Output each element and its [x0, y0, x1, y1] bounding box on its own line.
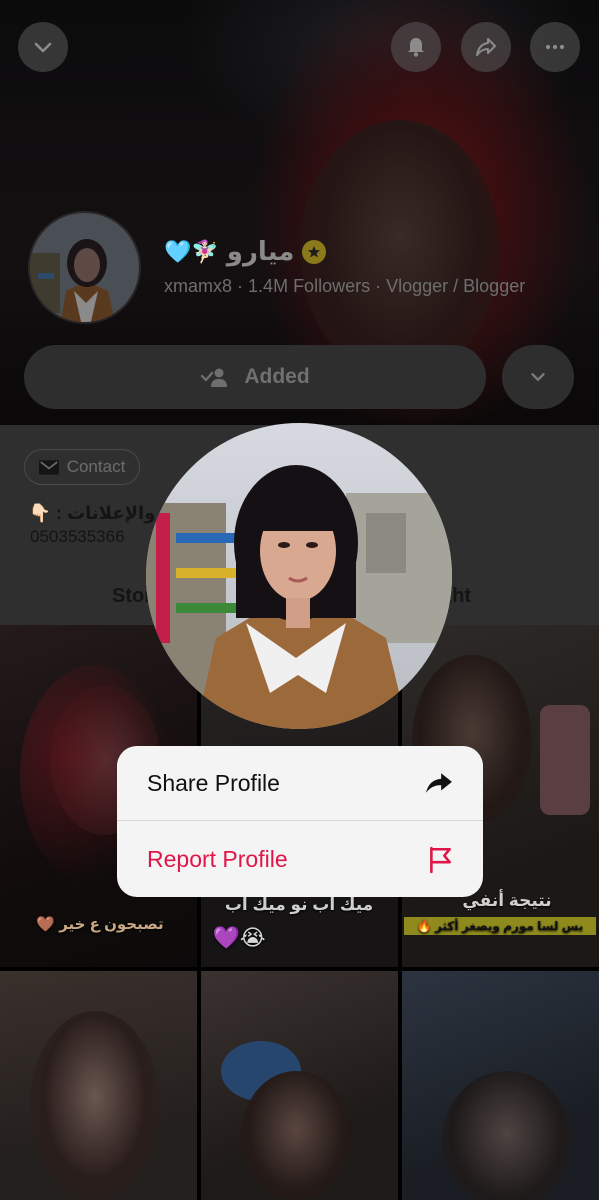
more-icon: [545, 44, 565, 50]
share-arrow-icon: [476, 38, 496, 56]
contact-button[interactable]: Contact: [24, 449, 140, 485]
tile-caption: ميك أب نو ميك أب: [224, 895, 374, 914]
notifications-button[interactable]: [391, 22, 441, 72]
share-arrow-icon: [426, 773, 452, 793]
star-badge-icon: [302, 239, 327, 264]
separator: ·: [375, 276, 382, 296]
contact-label: Contact: [66, 457, 126, 476]
name-emojis: 🩵🧚🏻‍♀️: [164, 238, 219, 264]
banner-photo: [300, 120, 500, 380]
tile-caption: تصبحون ع خير 🤎: [36, 916, 164, 933]
bio-text: ل والإعلانات : 👇🏻: [28, 503, 176, 523]
grid-tile[interactable]: [0, 971, 197, 1200]
chevron-down-icon: [34, 42, 52, 53]
more-button[interactable]: [530, 22, 580, 72]
tile-photo: [241, 1071, 351, 1200]
avatar-photo: [30, 213, 139, 322]
phone-number[interactable]: 0503535366: [30, 527, 125, 547]
added-button[interactable]: Added: [24, 345, 486, 409]
profile-action-menu: Share Profile Report Profile: [117, 746, 483, 897]
friend-options-button[interactable]: [502, 345, 574, 409]
chevron-down-icon: [531, 373, 545, 381]
name-row: 🩵🧚🏻‍♀️ ميارو: [164, 236, 327, 267]
phone-in-mirror: [540, 705, 590, 815]
grid-tile[interactable]: [201, 971, 398, 1200]
share-profile-item[interactable]: Share Profile: [117, 746, 483, 821]
bell-icon: [408, 38, 424, 57]
category: Vlogger / Blogger: [386, 276, 526, 296]
grid-tile[interactable]: [402, 971, 599, 1200]
share-profile-label: Share Profile: [147, 769, 280, 796]
back-button[interactable]: [18, 22, 68, 72]
share-button[interactable]: [461, 22, 511, 72]
tile-photo: [30, 1011, 160, 1200]
mail-icon: [38, 459, 59, 475]
report-profile-item[interactable]: Report Profile: [117, 822, 483, 897]
separator: ·: [237, 276, 244, 296]
profile-name: ميارو: [226, 236, 295, 266]
tile-caption-highlight: بس لسا مورم ويصغر أكثر 🔥: [404, 917, 596, 935]
avatar-photo: [146, 423, 452, 729]
tile-caption-emoji: 😭💜: [212, 925, 266, 950]
profile-subtitle: xmamx8 · 1.4M Followers · Vlogger / Blog…: [164, 276, 525, 297]
added-label: Added: [244, 365, 310, 388]
username: xmamx8: [164, 276, 233, 296]
enlarged-profile-avatar: [146, 423, 452, 729]
profile-avatar[interactable]: [28, 211, 141, 324]
tile-photo: [442, 1071, 572, 1200]
added-friend-icon: [201, 368, 228, 387]
flag-icon: [430, 846, 451, 873]
report-profile-label: Report Profile: [147, 846, 288, 872]
followers-count: 1.4M Followers: [248, 276, 371, 296]
